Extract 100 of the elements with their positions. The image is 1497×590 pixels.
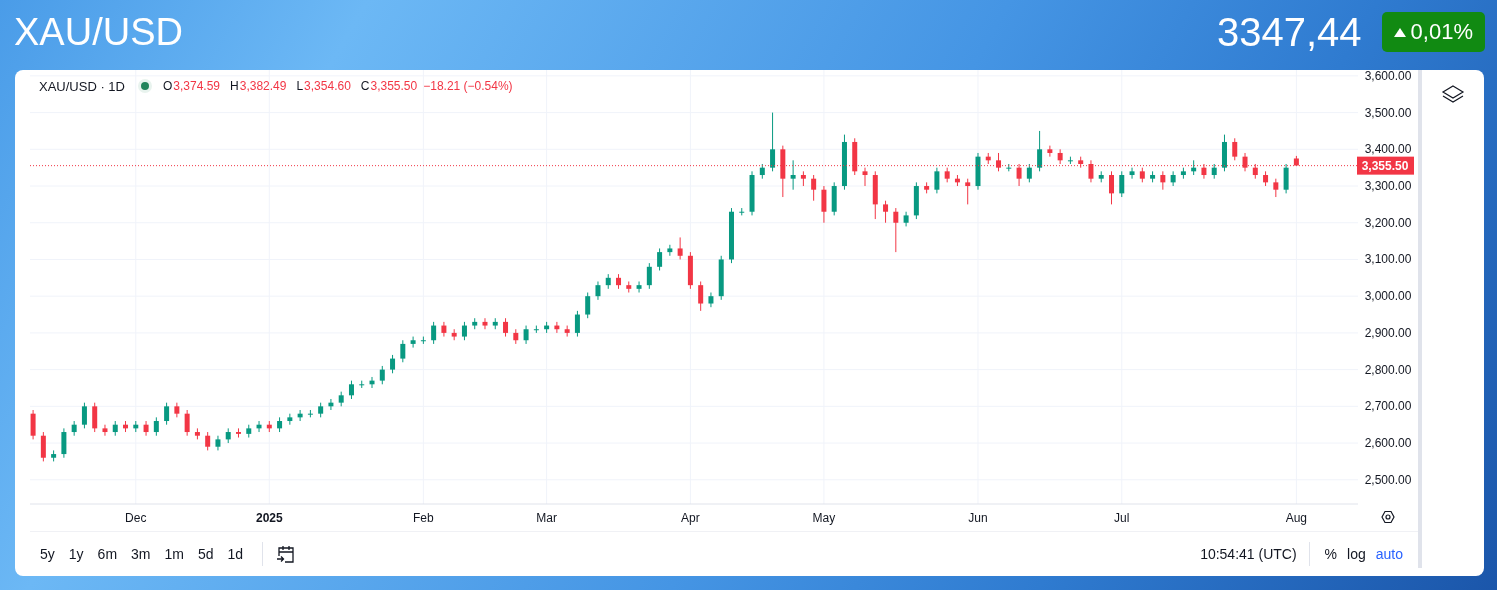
ohlc-label: L [296, 79, 304, 93]
candlestick [1026, 163, 1032, 183]
candlestick [461, 321, 467, 341]
candlestick [1211, 163, 1217, 180]
time-axis-label: 2025 [255, 511, 283, 525]
candlestick [174, 402, 180, 418]
candlestick [184, 409, 190, 437]
price-axis-label: 2,700.00 [1364, 399, 1412, 414]
candlestick [277, 416, 283, 433]
last-price-label: 3,355.50 [1357, 156, 1414, 175]
candlestick [472, 317, 478, 330]
candlestick [153, 416, 159, 437]
range-button[interactable]: 3m [128, 543, 154, 565]
candlestick [1263, 170, 1269, 187]
candlestick [954, 174, 960, 187]
ohlc-value: 3,382.49 [239, 79, 287, 93]
candlestick [1283, 163, 1289, 194]
candlestick [934, 167, 940, 194]
time-axis-label: Jul [1114, 511, 1130, 525]
ohlc-label: O [162, 79, 173, 93]
candlestick [739, 207, 745, 216]
status-dot-icon [136, 78, 153, 94]
candlestick [143, 420, 149, 437]
candlestick [1067, 156, 1073, 165]
candlestick [790, 159, 796, 191]
candlestick [564, 325, 570, 338]
ohlc-label: C [360, 79, 370, 93]
candlestick [1273, 178, 1279, 198]
candlestick [1119, 170, 1125, 198]
candlestick [1150, 170, 1156, 183]
candlestick [328, 398, 334, 411]
candlestick [852, 137, 858, 176]
candlestick [1088, 159, 1094, 183]
candlestick [451, 328, 457, 341]
candlestick [770, 112, 776, 172]
candlestick [297, 409, 303, 422]
scale-button[interactable]: auto [1372, 543, 1406, 565]
candlestick [1191, 159, 1197, 176]
range-button[interactable]: 1d [224, 543, 247, 565]
scale-button[interactable]: % [1321, 543, 1341, 565]
range-button[interactable]: 1y [65, 543, 87, 565]
candlestick [348, 380, 354, 400]
price-axis-label: 3,100.00 [1364, 252, 1412, 267]
candlestick [1242, 152, 1248, 172]
candlestick [687, 251, 693, 290]
candlestick [71, 420, 77, 437]
time-axis-label: Aug [1285, 511, 1308, 525]
candlestick [359, 380, 365, 389]
candlestick [831, 181, 837, 216]
candlestick [759, 163, 765, 180]
price-axis-label: 3,300.00 [1364, 179, 1412, 194]
candlestick [883, 200, 889, 224]
settings-icon[interactable] [1381, 510, 1395, 524]
candlestick [667, 244, 673, 257]
candlestick [585, 292, 591, 319]
candlestick [1139, 167, 1145, 183]
candlestick [492, 317, 498, 330]
candlestick [554, 321, 560, 334]
range-button[interactable]: 6m [94, 543, 121, 565]
range-button[interactable]: 5y [37, 543, 58, 565]
candlestick [205, 431, 211, 451]
candlestick [996, 152, 1002, 172]
candlestick [123, 420, 128, 433]
candlestick [1078, 156, 1084, 169]
current-price: 3347,44 [1217, 9, 1362, 55]
candlestick [800, 170, 806, 187]
candlestick [215, 435, 221, 451]
candlestick [338, 391, 344, 407]
triangle-icon [1393, 27, 1406, 37]
candlestick [307, 409, 313, 418]
candlestick [102, 424, 108, 437]
candlestick [729, 207, 734, 264]
candlestick [81, 402, 87, 429]
price-axis-label: 3,000.00 [1364, 289, 1412, 304]
candlestick [410, 336, 416, 349]
candlestick [626, 281, 632, 293]
ref-line-label: 3,355.50 [1361, 158, 1409, 173]
candlestick [1170, 170, 1176, 187]
candlestick [985, 152, 991, 165]
price-axis-label: 2,600.00 [1364, 436, 1412, 451]
price-axis-label: 3,600.00 [1364, 70, 1412, 83]
range-button[interactable]: 1m [161, 543, 187, 565]
range-button[interactable]: 5d [194, 543, 217, 565]
candlestick [441, 321, 447, 338]
time-axis-label: Apr [681, 511, 700, 525]
candlestick [236, 427, 241, 439]
candlestick [616, 273, 621, 290]
price-axis-label: 3,500.00 [1364, 105, 1412, 120]
candlestick [1006, 163, 1012, 172]
scale-button[interactable]: log [1344, 543, 1369, 565]
candlestick [1047, 145, 1053, 158]
candlestick [1016, 163, 1022, 187]
candlestick [544, 321, 550, 334]
candlestick [595, 281, 601, 301]
candlestick [677, 236, 683, 260]
candlestick [1109, 170, 1114, 205]
ohlc-value: 3,354.60 [304, 79, 351, 93]
candlestick [40, 431, 46, 462]
time-axis-label: Mar [536, 511, 557, 525]
candlestick [164, 402, 170, 426]
